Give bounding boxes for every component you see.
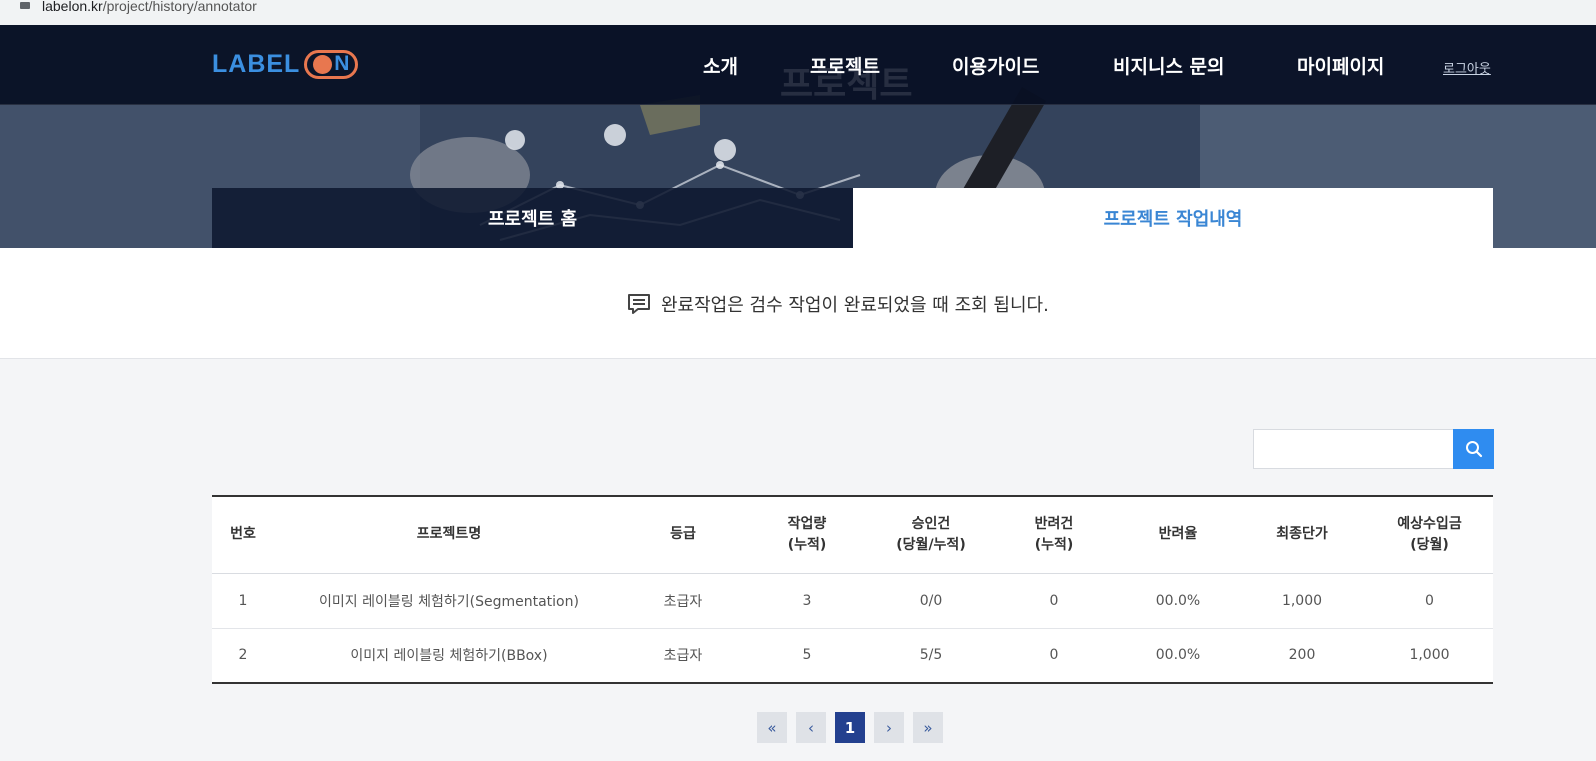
logo-n-text: N [334,52,350,75]
cell-final-unit-price: 200 [1288,647,1316,664]
cell-number: 2 [238,647,248,664]
table-row[interactable]: 1 이미지 레이블링 체험하기(Segmentation) 초급자 3 0/0 … [212,573,1493,629]
cell-approved: 5/5 [919,647,943,664]
cell-expected-income: 1,000 [1409,647,1450,664]
next-page-button[interactable]: › [874,712,904,743]
cell-number: 1 [212,573,274,629]
search-box [1253,429,1494,469]
cell-grade: 초급자 [624,573,742,629]
col-header-final-unit-price: 최종단가 [1238,496,1366,574]
notice-bar: 완료작업은 검수 작업이 완료되었을 때 조회 됩니다. [0,248,1596,359]
cell-project-name: 이미지 레이블링 체험하기(BBox) [350,648,548,665]
col-header-reject-rate: 반려율 [1118,496,1238,574]
first-page-button[interactable]: « [757,712,787,743]
col-header-number: 번호 [212,496,274,574]
cell-workload: 3 [742,573,872,629]
message-icon [628,294,650,314]
cell-final-unit-price: 1,000 [1238,573,1366,629]
cell-expected-income: 0 [1366,573,1493,629]
cell-approved: 0/0 [872,573,990,629]
tab-project-home[interactable]: 프로젝트 홈 [212,188,853,248]
pagination: « ‹ 1 › » [757,712,952,743]
tab-project-history[interactable]: 프로젝트 작업내역 [853,188,1493,248]
browser-address-bar: labelon.kr/project/history/annotator [0,0,1596,25]
prev-page-button[interactable]: ‹ [796,712,826,743]
search-icon [1465,441,1482,458]
notice-text: 완료작업은 검수 작업이 완료되었을 때 조회 됩니다. [661,295,1049,316]
double-chevron-left-icon: « [767,718,777,737]
double-chevron-right-icon: » [923,718,933,737]
address-url[interactable]: labelon.kr/project/history/annotator [42,0,257,14]
table-row[interactable]: 2 이미지 레이블링 체험하기(BBox) 초급자 5 5/5 0 00.0% … [212,628,1493,683]
cell-workload: 5 [802,647,812,664]
chevron-right-icon: › [886,718,892,737]
logo-on-badge: N [304,49,359,79]
cell-rejected: 0 [1049,647,1059,664]
search-input[interactable] [1253,429,1453,469]
page-1-button[interactable]: 1 [835,712,865,743]
hero-banner: LABEL N 프로젝트 소개 프로젝트 이용가이드 비지니스 문의 마이페이지… [0,25,1596,248]
chevron-left-icon: ‹ [808,718,814,737]
col-header-rejected: 반려건 (누적) [990,496,1118,574]
col-header-approved: 승인건 (당월/누적) [872,496,990,574]
notice-content: 완료작업은 검수 작업이 완료되었을 때 조회 됩니다. [627,291,1049,317]
col-header-grade: 등급 [624,496,742,574]
logo-label-text: LABEL [212,49,301,78]
url-path: /project/history/annotator [102,0,257,14]
cell-grade: 초급자 [663,648,703,665]
last-page-button[interactable]: » [913,712,943,743]
lock-icon [20,2,30,9]
nav-item-project[interactable]: 프로젝트 [810,52,880,79]
cell-project-name: 이미지 레이블링 체험하기(Segmentation) [274,573,624,629]
logout-link[interactable]: 로그아웃 [1443,58,1491,77]
nav-item-about[interactable]: 소개 [703,52,738,79]
col-header-workload: 작업량 (누적) [742,496,872,574]
nav-item-mypage[interactable]: 마이페이지 [1297,52,1384,79]
col-header-expected-income: 예상수입금 (당월) [1366,496,1493,574]
nav-item-guide[interactable]: 이용가이드 [952,52,1039,79]
cell-reject-rate: 00.0% [1118,573,1238,629]
work-history-table: 번호 프로젝트명 등급 작업량 (누적) 승인건 (당월/누적) 반려건 (누적) 반… [212,495,1493,684]
search-button[interactable] [1453,429,1494,469]
cell-rejected: 0 [990,573,1118,629]
nav-item-business-inquiry[interactable]: 비지니스 문의 [1113,52,1225,79]
col-header-project-name: 프로젝트명 [274,496,624,574]
url-domain: labelon.kr [42,0,103,14]
table-header-row: 번호 프로젝트명 등급 작업량 (누적) 승인건 (당월/누적) 반려건 (누적) 반… [212,496,1493,574]
cell-reject-rate: 00.0% [1155,647,1201,664]
labelon-logo[interactable]: LABEL N [212,49,359,79]
logo-o-dot [313,54,333,74]
top-navigation-bar: LABEL N 프로젝트 소개 프로젝트 이용가이드 비지니스 문의 마이페이지… [0,25,1596,105]
